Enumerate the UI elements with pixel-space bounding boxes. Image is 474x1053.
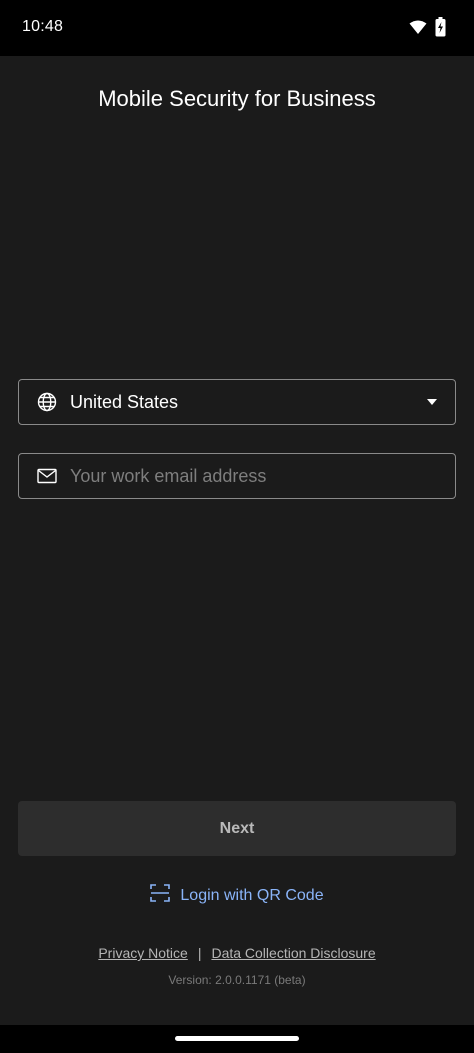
privacy-notice-link[interactable]: Privacy Notice: [98, 945, 187, 961]
navigation-bar: [0, 1025, 474, 1053]
country-select[interactable]: United States: [18, 379, 456, 425]
mail-icon: [36, 465, 58, 487]
status-bar: 10:48: [0, 0, 474, 56]
caret-down-icon[interactable]: [425, 395, 439, 409]
legal-separator: |: [197, 945, 202, 961]
status-icons: [409, 17, 446, 42]
next-button[interactable]: Next: [18, 801, 456, 856]
qr-login-label: Login with QR Code: [180, 886, 324, 904]
page-title: Mobile Security for Business: [98, 86, 376, 111]
email-field[interactable]: [18, 453, 456, 499]
globe-icon: [36, 391, 58, 413]
wifi-icon: [409, 19, 427, 40]
data-collection-disclosure-link[interactable]: Data Collection Disclosure: [211, 945, 375, 961]
battery-charging-icon: [435, 17, 446, 42]
version-text: Version: 2.0.0.1171 (beta): [168, 973, 306, 987]
legal-links: Privacy Notice | Data Collection Disclos…: [0, 945, 474, 961]
login-with-qr-code-link[interactable]: Login with QR Code: [0, 884, 474, 907]
status-time: 10:48: [22, 18, 64, 35]
qr-scan-icon: [150, 884, 171, 907]
home-gesture-handle[interactable]: [175, 1036, 299, 1041]
country-select-value: United States: [70, 391, 179, 412]
email-input[interactable]: [70, 454, 455, 498]
